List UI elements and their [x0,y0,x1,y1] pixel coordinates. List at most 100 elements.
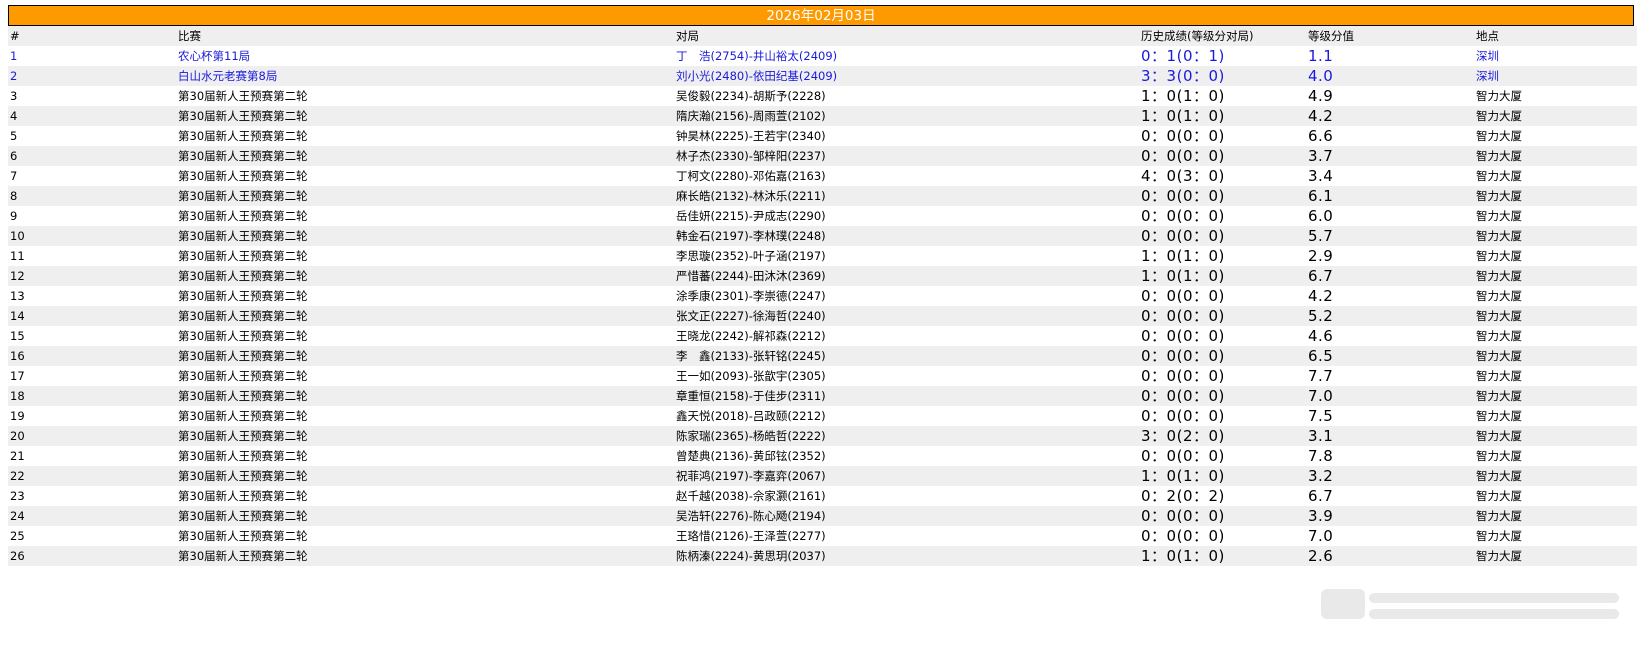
cell-value: 5.2 [1308,307,1334,325]
cell-game: 钟昊林(2225)-王若宇(2340) [676,129,826,143]
cell-history: 0：0(0：0) [1141,147,1225,165]
cell-history-link[interactable]: 3：3(0：0) [1141,67,1225,85]
cell-history-link[interactable]: 0：1(0：1) [1141,47,1225,65]
cell-number: 10 [10,229,25,243]
cell-number: 26 [10,549,25,563]
cell-number: 18 [10,389,25,403]
schedule-container: 2026年02月03日 # 比赛 对局 历史成绩(等级分对局) 等级分值 地点 … [8,5,1637,566]
table-row: 6 第30届新人王预赛第二轮 林子杰(2330)-邹梓阳(2237) 0：0(0：0)… [8,146,1637,166]
cell-value[interactable]: 4.0 [1306,66,1474,86]
cell-number[interactable]: 2 [8,66,176,86]
cell-event[interactable]: 白山水元老赛第8局 [176,66,674,86]
cell-game: 李思璇(2352)-叶子涵(2197) [676,249,826,263]
cell-history: 1：0(1：0) [1141,87,1225,105]
cell-value: 4.9 [1308,87,1334,105]
cell-number: 13 [10,289,25,303]
cell-game[interactable]: 刘小光(2480)-依田纪基(2409) [674,66,1139,86]
cell-value: 6.5 [1308,347,1334,365]
cell-history[interactable]: 3：3(0：0) [1139,66,1306,86]
table-row: 17 第30届新人王预赛第二轮 王一如(2093)-张歆宇(2305) 0：0(0：0… [8,366,1637,386]
cell-number: 14 [10,309,25,323]
cell-location: 智力大厦 [1476,169,1522,183]
cell-event: 第30届新人王预赛第二轮 [178,229,308,243]
cell-value: 6.1 [1308,187,1334,205]
match-table: # 比赛 对局 历史成绩(等级分对局) 等级分值 地点 1 农心杯第11局 丁 浩(… [8,26,1637,566]
table-row: 2 白山水元老赛第8局 刘小光(2480)-依田纪基(2409) 3：3(0：0) 4.… [8,66,1637,86]
cell-number[interactable]: 1 [8,46,176,66]
cell-event-link[interactable]: 农心杯第11局 [178,49,250,63]
cell-location: 智力大厦 [1476,229,1522,243]
cell-history: 0：0(0：0) [1141,527,1225,545]
cell-game: 鑫天悦(2018)-吕政颐(2212) [676,409,826,423]
cell-number: 23 [10,489,25,503]
cell-game: 严惜蕃(2244)-田沐沐(2369) [676,269,826,283]
cell-location: 智力大厦 [1476,189,1522,203]
cell-event: 第30届新人王预赛第二轮 [178,549,308,563]
cell-event[interactable]: 农心杯第11局 [176,46,674,66]
cell-location-link[interactable]: 深圳 [1476,49,1499,63]
cell-value-link[interactable]: 1.1 [1308,47,1333,65]
cell-history: 0：0(0：0) [1141,387,1225,405]
cell-event: 第30届新人王预赛第二轮 [178,489,308,503]
table-row: 19 第30届新人王预赛第二轮 鑫天悦(2018)-吕政颐(2212) 0：0(0：0… [8,406,1637,426]
cell-game: 曾楚典(2136)-黄邱铉(2352) [676,449,826,463]
col-header-location: 地点 [1476,29,1499,43]
cell-number: 15 [10,329,25,343]
cell-number: 16 [10,349,25,363]
cell-location: 智力大厦 [1476,129,1522,143]
cell-value-link[interactable]: 4.0 [1308,67,1333,85]
cell-number-link[interactable]: 1 [10,49,17,63]
cell-number: 4 [10,109,18,123]
table-row: 25 第30届新人王预赛第二轮 王珞惜(2126)-王泽萱(2277) 0：0(0：0… [8,526,1637,546]
cell-location: 智力大厦 [1476,89,1522,103]
cell-game: 李 鑫(2133)-张轩铭(2245) [676,349,826,363]
cell-game[interactable]: 丁 浩(2754)-井山裕太(2409) [674,46,1139,66]
table-row: 21 第30届新人王预赛第二轮 曾楚典(2136)-黄邱铉(2352) 0：0(0：0… [8,446,1637,466]
table-header-row: # 比赛 对局 历史成绩(等级分对局) 等级分值 地点 [8,26,1637,46]
cell-value[interactable]: 1.1 [1306,46,1474,66]
cell-history: 0：0(0：0) [1141,227,1225,245]
cell-game-link[interactable]: 丁 浩(2754)-井山裕太(2409) [676,49,837,63]
cell-game: 王一如(2093)-张歆宇(2305) [676,369,826,383]
cell-event: 第30届新人王预赛第二轮 [178,209,308,223]
cell-event: 第30届新人王预赛第二轮 [178,509,308,523]
cell-number: 9 [10,209,18,223]
date-header: 2026年02月03日 [8,5,1634,26]
cell-history: 0：0(0：0) [1141,507,1225,525]
table-row: 24 第30届新人王预赛第二轮 吴浩轩(2276)-陈心飏(2194) 0：0(0：0… [8,506,1637,526]
cell-location: 智力大厦 [1476,149,1522,163]
cell-value: 3.4 [1308,167,1334,185]
cell-history: 0：0(0：0) [1141,187,1225,205]
cell-event: 第30届新人王预赛第二轮 [178,369,308,383]
table-row: 5 第30届新人王预赛第二轮 钟昊林(2225)-王若宇(2340) 0：0(0：0)… [8,126,1637,146]
cell-history: 4：0(3：0) [1141,167,1225,185]
cell-value: 7.8 [1308,447,1334,465]
cell-game: 赵千越(2038)-佘家灏(2161) [676,489,826,503]
cell-location[interactable]: 深圳 [1474,46,1637,66]
cell-number-link[interactable]: 2 [10,69,17,83]
cell-number: 12 [10,269,25,283]
cell-location[interactable]: 深圳 [1474,66,1637,86]
cell-event: 第30届新人王预赛第二轮 [178,349,308,363]
cell-location-link[interactable]: 深圳 [1476,69,1499,83]
cell-game: 陈柄溱(2224)-黄思玥(2037) [676,549,826,563]
cell-history: 0：0(0：0) [1141,287,1225,305]
table-row: 9 第30届新人王预赛第二轮 岳佳妍(2215)-尹成志(2290) 0：0(0：0)… [8,206,1637,226]
cell-event: 第30届新人王预赛第二轮 [178,89,308,103]
cell-game-link[interactable]: 刘小光(2480)-依田纪基(2409) [676,69,837,83]
cell-history: 0：0(0：0) [1141,447,1225,465]
cell-history: 0：0(0：0) [1141,307,1225,325]
cell-game: 隋庆瀚(2156)-周雨萱(2102) [676,109,826,123]
table-row: 18 第30届新人王预赛第二轮 章重恒(2158)-于佳步(2311) 0：0(0：0… [8,386,1637,406]
cell-number: 17 [10,369,25,383]
cell-value: 6.7 [1308,267,1334,285]
cell-number: 11 [10,249,25,263]
cell-location: 智力大厦 [1476,249,1522,263]
cell-event-link[interactable]: 白山水元老赛第8局 [178,69,277,83]
cell-history[interactable]: 0：1(0：1) [1139,46,1306,66]
cell-game: 岳佳妍(2215)-尹成志(2290) [676,209,826,223]
cell-game: 祝菲鸿(2197)-李嘉弈(2067) [676,469,826,483]
cell-value: 5.7 [1308,227,1334,245]
cell-number: 6 [10,149,18,163]
cell-number: 5 [10,129,18,143]
